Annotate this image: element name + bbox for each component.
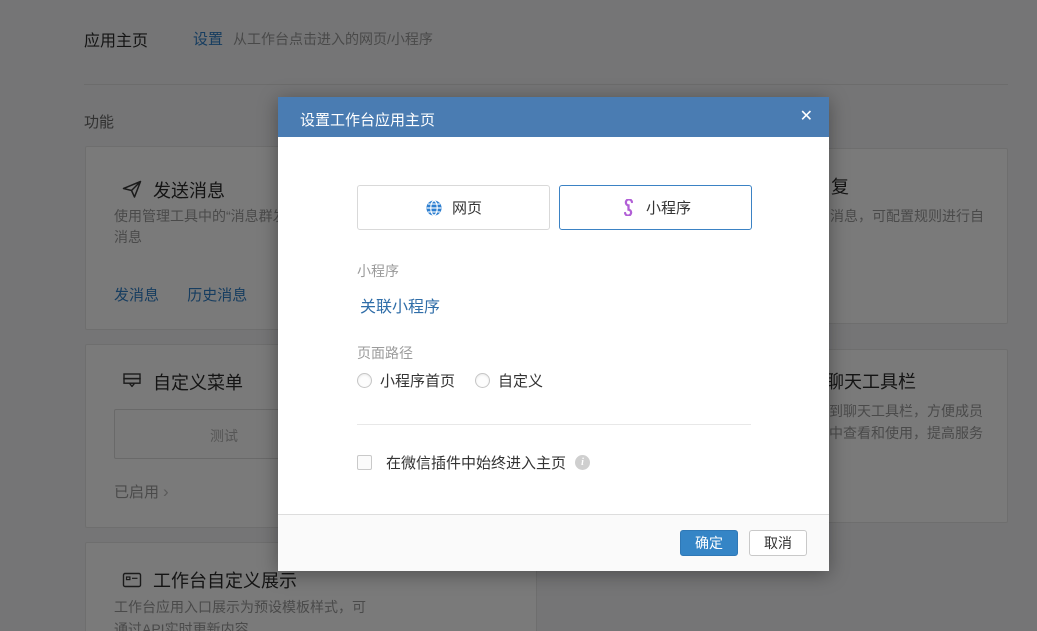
radio-label: 小程序首页 [380, 370, 455, 391]
globe-icon [425, 199, 443, 217]
radio-button-icon[interactable] [357, 373, 372, 388]
cancel-button[interactable]: 取消 [749, 530, 807, 556]
dialog-title: 设置工作台应用主页 [300, 109, 435, 130]
miniprogram-icon [620, 199, 637, 216]
dialog-footer: 确定 取消 [278, 514, 829, 571]
info-icon[interactable]: i [575, 455, 590, 470]
tab-label: 网页 [452, 197, 482, 218]
associate-miniprogram-link[interactable]: 关联小程序 [360, 293, 440, 317]
page-path-label: 页面路径 [357, 343, 413, 363]
tab-label: 小程序 [646, 197, 691, 218]
always-enter-homepage-row: 在微信插件中始终进入主页 i [357, 452, 590, 473]
radio-label: 自定义 [498, 370, 543, 391]
set-workbench-homepage-dialog: 设置工作台应用主页 ✕ 网页 小程序 小程序 关联小程序 [278, 97, 829, 571]
homepage-type-tabs: 网页 小程序 [357, 185, 752, 230]
page-path-options: 小程序首页 自定义 [357, 370, 543, 391]
radio-miniprogram-home[interactable]: 小程序首页 [357, 370, 455, 391]
checkbox-icon[interactable] [357, 455, 372, 470]
tab-webpage[interactable]: 网页 [357, 185, 550, 230]
dialog-body: 网页 小程序 小程序 关联小程序 页面路径 小程序首页 [278, 137, 829, 514]
confirm-button[interactable]: 确定 [680, 530, 738, 556]
dialog-header: 设置工作台应用主页 ✕ [278, 97, 829, 137]
section-divider [357, 424, 751, 425]
close-icon[interactable]: ✕ [800, 107, 813, 127]
miniprogram-field-label: 小程序 [357, 261, 399, 281]
radio-button-icon[interactable] [475, 373, 490, 388]
app-homepage-settings-page: 应用主页 设置 从工作台点击进入的网页/小程序 功能 发送消息 使用管理工具中的… [0, 0, 1037, 631]
checkbox-label: 在微信插件中始终进入主页 [386, 452, 566, 473]
tab-miniprogram[interactable]: 小程序 [559, 185, 752, 230]
radio-custom-path[interactable]: 自定义 [475, 370, 543, 391]
